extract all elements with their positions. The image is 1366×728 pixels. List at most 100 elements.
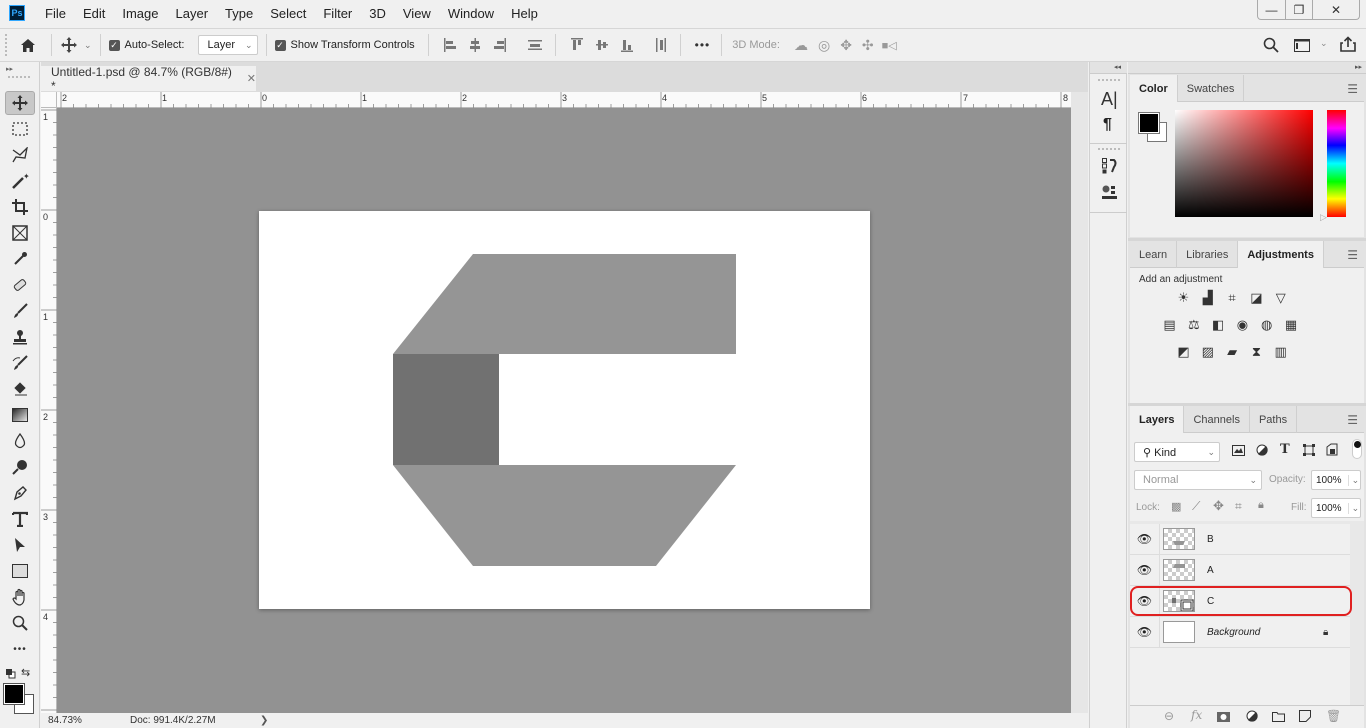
- opacity-field[interactable]: 100% ⌄: [1311, 470, 1361, 490]
- menu-filter[interactable]: Filter: [323, 6, 352, 21]
- tool-preset-chevron-icon[interactable]: ⌄: [84, 40, 92, 51]
- auto-select-checkbox[interactable]: ✓: [108, 39, 120, 51]
- align-right-icon[interactable]: [493, 38, 507, 52]
- filter-toggle-switch[interactable]: [1352, 439, 1362, 459]
- layer-filter-kind-dropdown[interactable]: ⚲ Kind ⌄: [1134, 442, 1220, 462]
- home-icon[interactable]: [19, 38, 37, 53]
- menu-file[interactable]: File: [45, 6, 66, 21]
- hue-slider[interactable]: [1327, 110, 1346, 217]
- menu-select[interactable]: Select: [270, 6, 306, 21]
- menu-view[interactable]: View: [403, 6, 431, 21]
- layer-style-fx-icon[interactable]: fx: [1191, 708, 1202, 722]
- tab-paths[interactable]: Paths: [1250, 406, 1298, 433]
- panel-grip[interactable]: [1098, 148, 1120, 151]
- default-colors-icon[interactable]: [6, 668, 16, 679]
- menu-edit[interactable]: Edit: [83, 6, 105, 21]
- filter-type-layers-icon[interactable]: T: [1280, 442, 1290, 457]
- minimize-button[interactable]: —: [1258, 0, 1285, 19]
- search-icon[interactable]: [1263, 37, 1279, 53]
- frame-tool[interactable]: [5, 221, 35, 245]
- color-balance-icon[interactable]: ⚖: [1186, 317, 1201, 332]
- 3d-scale-icon[interactable]: ■◁: [882, 39, 897, 52]
- tab-learn[interactable]: Learn: [1130, 241, 1178, 268]
- swap-colors-icon[interactable]: ⇆: [21, 666, 30, 679]
- 3d-slide-icon[interactable]: ✣: [862, 37, 874, 54]
- menu-window[interactable]: Window: [448, 6, 494, 21]
- color-lookup-icon[interactable]: ▦: [1284, 317, 1299, 332]
- 3d-orbit-icon[interactable]: ☁: [794, 37, 808, 54]
- layer-row-b[interactable]: 👁︎ B: [1130, 524, 1350, 555]
- share-icon[interactable]: [1340, 36, 1356, 52]
- brush-tool[interactable]: [5, 299, 35, 323]
- history-brush-tool[interactable]: [5, 351, 35, 375]
- tab-channels[interactable]: Channels: [1184, 406, 1250, 433]
- magic-wand-tool[interactable]: ✦: [5, 169, 35, 193]
- crop-tool[interactable]: [5, 195, 35, 219]
- tab-layers[interactable]: Layers: [1130, 406, 1185, 433]
- color-panel-foreground-swatch[interactable]: [1138, 112, 1160, 134]
- menu-type[interactable]: Type: [225, 6, 253, 21]
- vertical-scrollbar[interactable]: [1071, 92, 1088, 713]
- move-tool[interactable]: [5, 91, 35, 115]
- lock-artboard-icon[interactable]: ⌗: [1235, 499, 1242, 514]
- filter-shape-layers-icon[interactable]: [1303, 444, 1315, 459]
- rectangular-marquee-tool[interactable]: [5, 117, 35, 141]
- restore-button[interactable]: ❐: [1285, 0, 1312, 19]
- filter-pixel-layers-icon[interactable]: [1232, 445, 1245, 459]
- document-tab[interactable]: Untitled-1.psd @ 84.7% (RGB/8#) * ✕: [41, 65, 256, 93]
- brightness-contrast-icon[interactable]: ☀: [1176, 290, 1191, 305]
- tab-libraries[interactable]: Libraries: [1177, 241, 1239, 268]
- status-menu-arrow-icon[interactable]: ❯: [260, 715, 268, 726]
- invert-icon[interactable]: ◩: [1176, 344, 1191, 359]
- tab-adjustments[interactable]: Adjustments: [1238, 241, 1324, 268]
- black-white-icon[interactable]: ◧: [1211, 317, 1226, 332]
- delete-layer-icon[interactable]: 🗑︎: [1326, 709, 1341, 723]
- workspace-chevron-icon[interactable]: ⌄: [1320, 38, 1328, 49]
- rectangle-tool[interactable]: [5, 559, 35, 583]
- lock-all-icon[interactable]: 🔒︎: [1258, 499, 1264, 512]
- photo-filter-icon[interactable]: ◉: [1235, 317, 1250, 332]
- 3d-panel-icon[interactable]: [1102, 185, 1118, 204]
- zoom-tool[interactable]: [5, 611, 35, 635]
- align-left-icon[interactable]: [443, 38, 457, 52]
- color-panel-menu-icon[interactable]: ☰: [1347, 82, 1358, 96]
- dodge-tool[interactable]: [5, 455, 35, 479]
- character-panel-icon[interactable]: A|: [1101, 89, 1118, 110]
- align-vertical-center-icon[interactable]: [595, 38, 609, 52]
- gradient-tool[interactable]: [5, 403, 35, 427]
- layer-row-background[interactable]: 👁︎ Background 🔒︎: [1130, 617, 1350, 648]
- spot-healing-brush-tool[interactable]: [5, 273, 35, 297]
- menu-layer[interactable]: Layer: [176, 6, 209, 21]
- hue-slider-handle[interactable]: ▷: [1320, 212, 1327, 223]
- menu-image[interactable]: Image: [122, 6, 158, 21]
- auto-select-target-dropdown[interactable]: Layer ⌄: [198, 35, 258, 55]
- paragraph-panel-icon[interactable]: ¶: [1103, 116, 1112, 134]
- hue-saturation-icon[interactable]: ▤: [1162, 317, 1177, 332]
- more-options-button[interactable]: •••: [695, 38, 711, 52]
- align-horizontal-center-icon[interactable]: [468, 38, 482, 52]
- add-mask-icon[interactable]: [1217, 711, 1230, 725]
- horizontal-ruler[interactable]: 2 1 0 1 2 3 4 5 6 7 8: [57, 92, 1071, 108]
- channel-mixer-icon[interactable]: ◍: [1259, 317, 1274, 332]
- eraser-tool[interactable]: [5, 377, 35, 401]
- expand-panels-icon[interactable]: ◂◂: [1114, 63, 1121, 71]
- filter-adjustment-layers-icon[interactable]: [1256, 444, 1268, 459]
- pasteboard[interactable]: [57, 108, 1071, 713]
- levels-icon[interactable]: ▟: [1200, 290, 1215, 305]
- workspace-icon[interactable]: [1294, 39, 1310, 52]
- close-button[interactable]: ✕: [1312, 0, 1359, 19]
- menu-3d[interactable]: 3D: [369, 6, 386, 21]
- move-tool-icon[interactable]: [60, 37, 78, 53]
- exposure-icon[interactable]: ◪: [1249, 290, 1264, 305]
- menu-help[interactable]: Help: [511, 6, 538, 21]
- lock-transparent-pixels-icon[interactable]: ▩: [1171, 500, 1181, 513]
- collapse-tools-icon[interactable]: ▸▸: [6, 65, 13, 73]
- polygonal-lasso-tool[interactable]: [5, 143, 35, 167]
- 3d-pan-icon[interactable]: ✥: [840, 37, 852, 54]
- align-bottom-icon[interactable]: [620, 38, 634, 52]
- pen-tool[interactable]: [5, 481, 35, 505]
- show-transform-checkbox[interactable]: ✓: [274, 39, 286, 51]
- tab-swatches[interactable]: Swatches: [1178, 75, 1245, 102]
- ruler-origin[interactable]: [41, 92, 57, 108]
- canvas-artwork[interactable]: [57, 108, 1071, 713]
